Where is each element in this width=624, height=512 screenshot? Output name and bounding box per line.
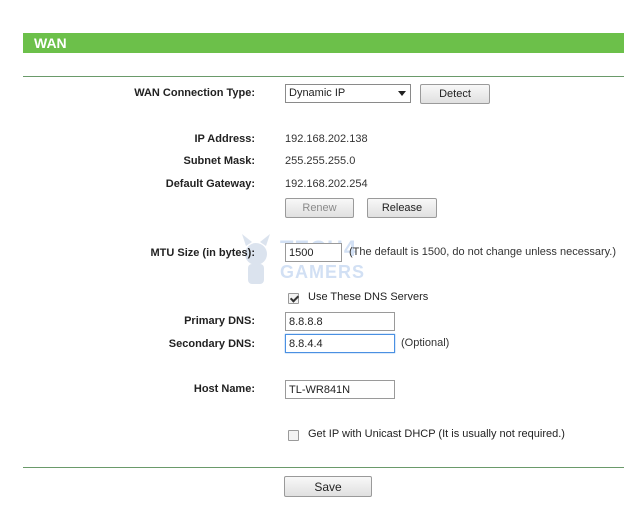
default-gateway-value: 192.168.202.254 — [285, 178, 368, 190]
unicast-dhcp-checkbox[interactable] — [288, 430, 299, 441]
mtu-size-input[interactable] — [285, 243, 342, 262]
host-name-label: Host Name: — [193, 383, 255, 395]
unicast-dhcp-label: Get IP with Unicast DHCP (It is usually … — [308, 428, 565, 440]
release-button[interactable]: Release — [367, 198, 437, 218]
primary-dns-input[interactable] — [285, 312, 395, 331]
ip-address-label: IP Address: — [194, 133, 255, 145]
page-title: WAN — [34, 35, 67, 51]
dropdown-arrow-icon — [398, 91, 406, 96]
use-dns-label: Use These DNS Servers — [308, 291, 429, 303]
secondary-dns-label: Secondary DNS: — [168, 338, 255, 350]
detect-button[interactable]: Detect — [420, 84, 490, 104]
primary-dns-label: Primary DNS: — [184, 315, 255, 327]
secondary-dns-input[interactable] — [285, 334, 395, 353]
renew-button[interactable]: Renew — [285, 198, 354, 218]
bottom-divider — [23, 467, 624, 468]
watermark-line2: GAMERS — [280, 262, 366, 282]
subnet-mask-value: 255.255.255.0 — [285, 155, 356, 167]
mtu-hint: (The default is 1500, do not change unle… — [349, 246, 617, 258]
watermark-logo: TECH4 GAMERS — [238, 232, 388, 292]
wan-connection-type-select[interactable]: Dynamic IP — [285, 84, 411, 103]
wan-connection-type-value: Dynamic IP — [289, 87, 346, 99]
default-gateway-label: Default Gateway: — [165, 178, 255, 190]
mtu-size-label: MTU Size (in bytes): — [150, 247, 255, 259]
wan-header-bar: WAN — [23, 33, 624, 53]
save-button[interactable]: Save — [284, 476, 372, 497]
optional-hint: (Optional) — [401, 337, 450, 349]
wan-connection-type-label: WAN Connection Type: — [134, 87, 255, 99]
subnet-mask-label: Subnet Mask: — [183, 155, 255, 167]
ip-address-value: 192.168.202.138 — [285, 133, 368, 145]
top-divider — [23, 76, 624, 77]
host-name-input[interactable] — [285, 380, 395, 399]
use-dns-checkbox[interactable] — [288, 293, 299, 304]
